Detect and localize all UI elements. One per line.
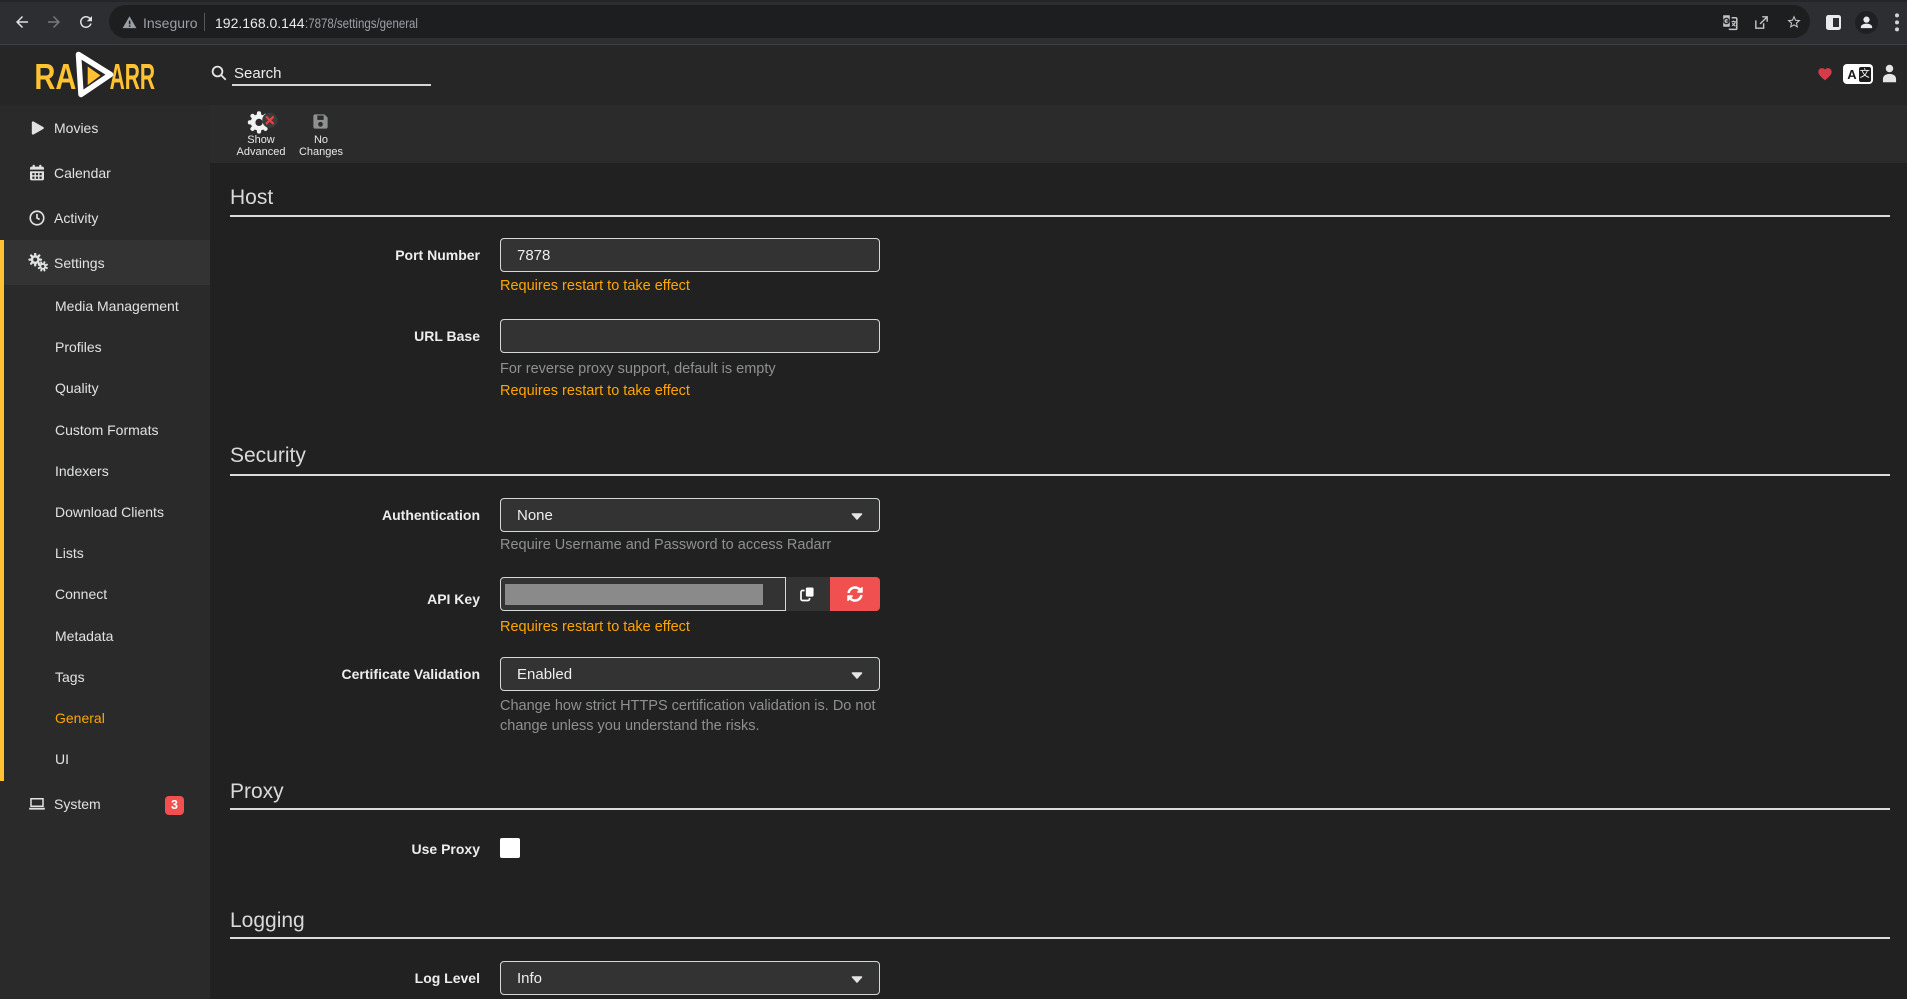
svg-text:RA: RA	[34, 56, 76, 97]
svg-text:ARR: ARR	[110, 56, 156, 97]
